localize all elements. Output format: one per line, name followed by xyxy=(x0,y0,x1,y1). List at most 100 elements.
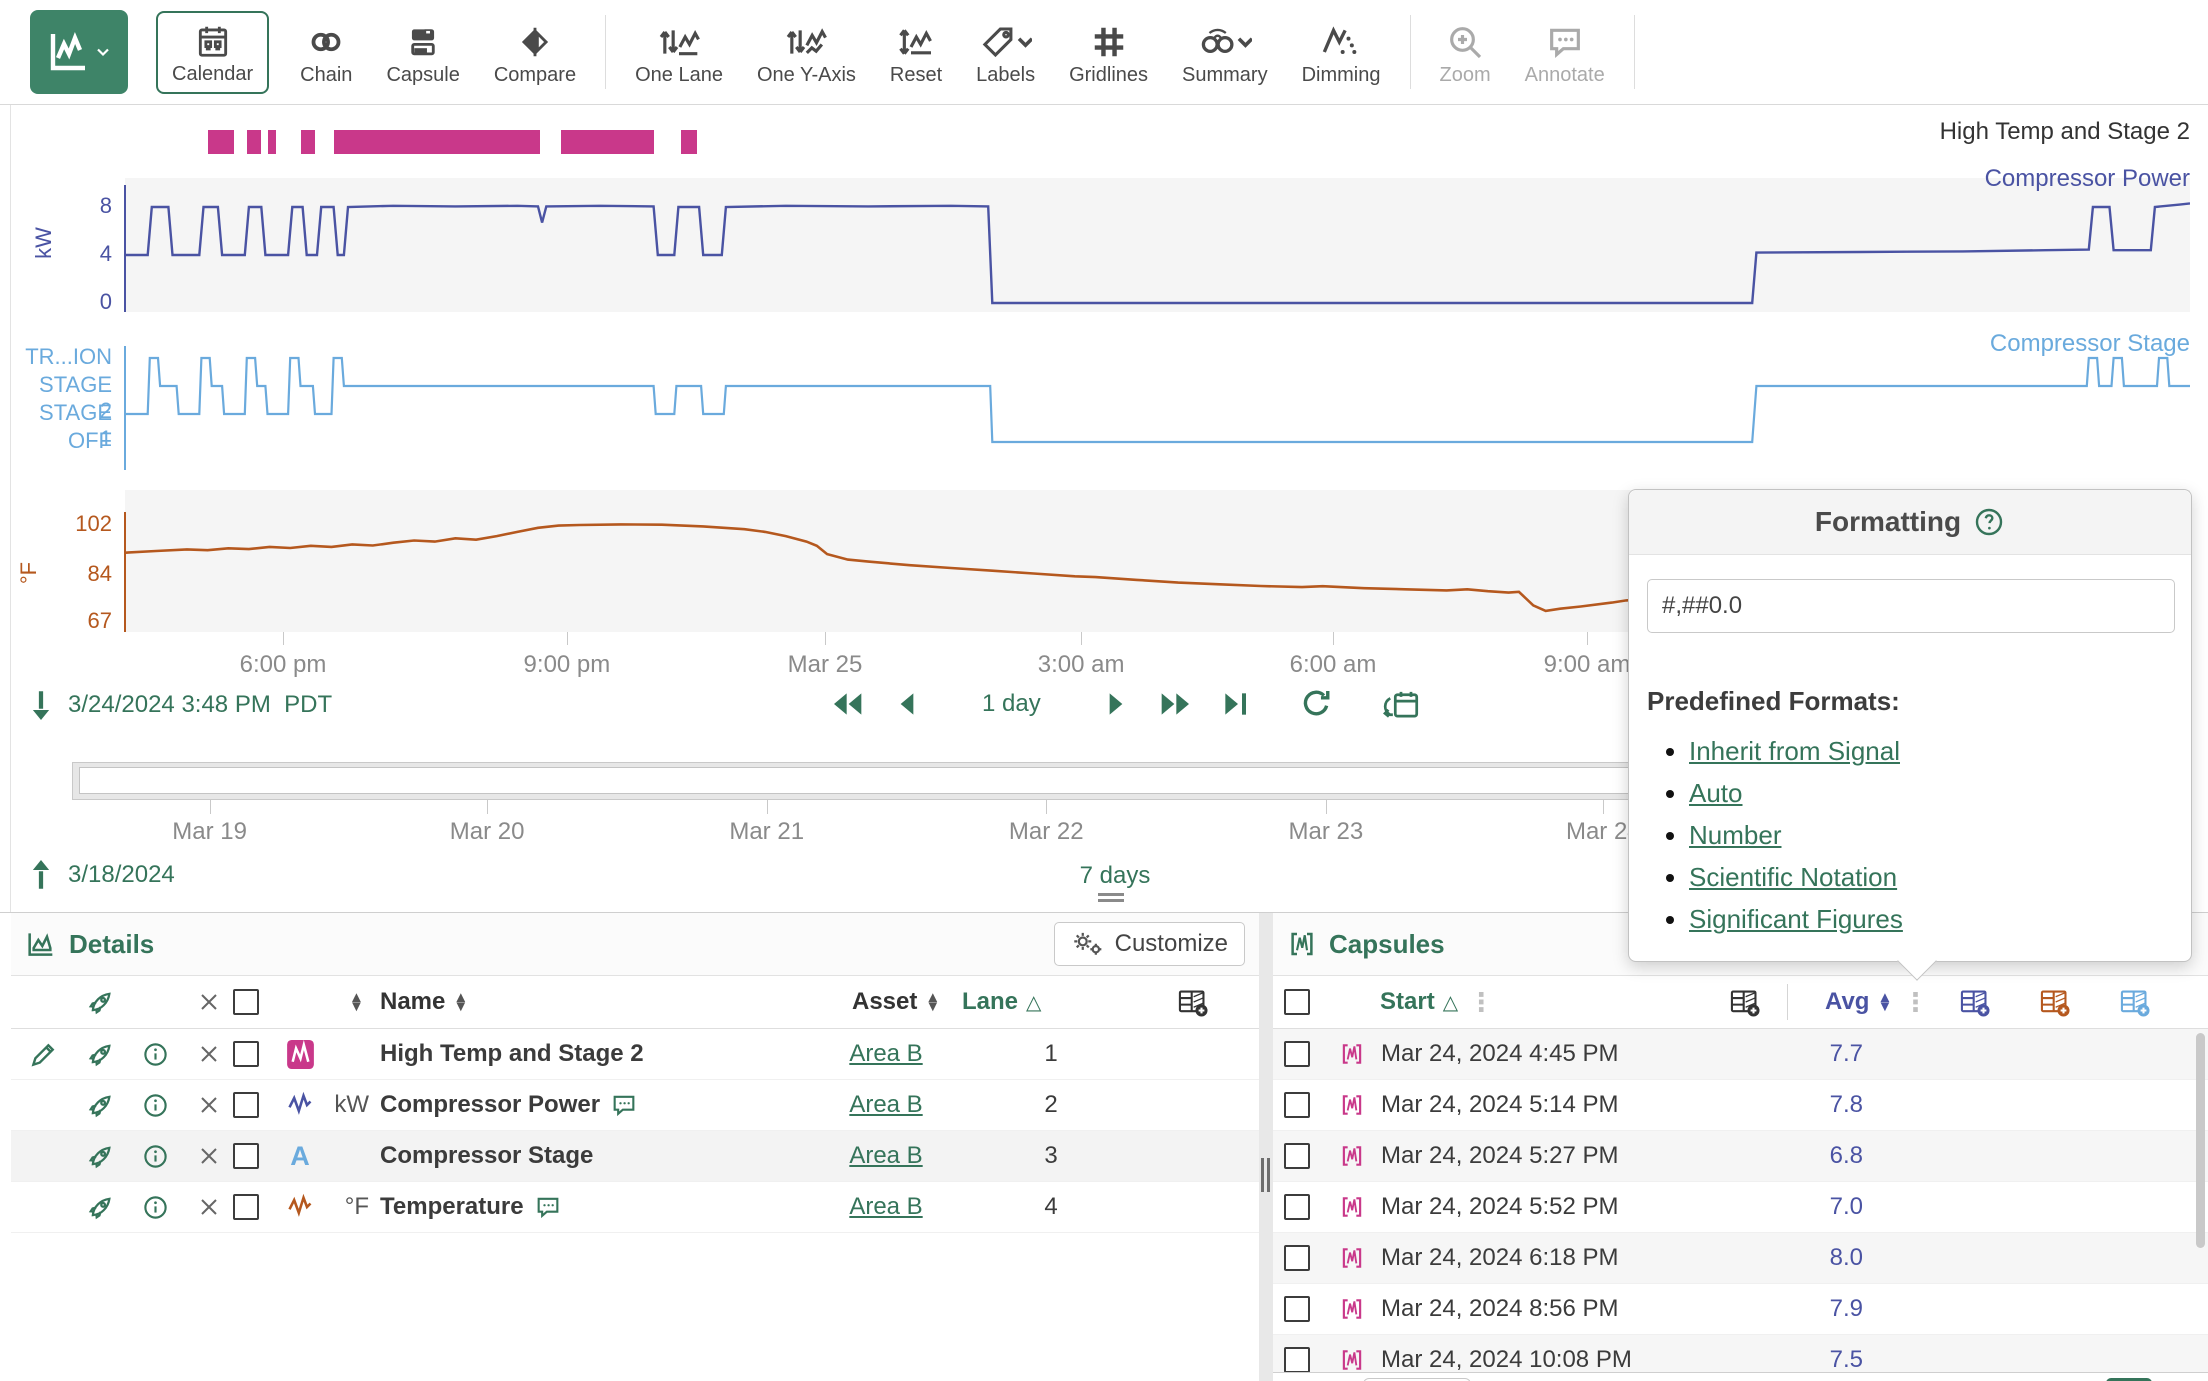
info-icon[interactable] xyxy=(142,1080,169,1130)
row-checkbox[interactable] xyxy=(1284,1284,1310,1334)
capsule-bar[interactable] xyxy=(561,130,654,154)
sort-icon[interactable]: ▲▼ xyxy=(453,993,468,1012)
toolbar-item-one-y-axis[interactable]: One Y-Axis xyxy=(757,18,856,87)
row-checkbox[interactable] xyxy=(1284,1233,1310,1283)
add-column-signal-orange-icon[interactable] xyxy=(2038,976,2072,1028)
select-all-checkbox[interactable] xyxy=(233,976,259,1028)
view-mode-button[interactable] xyxy=(30,10,128,94)
select-all-checkbox[interactable] xyxy=(1284,976,1310,1028)
add-column-signal-lightblue-icon[interactable] xyxy=(2118,976,2152,1028)
remove-all-icon[interactable] xyxy=(197,976,221,1028)
rocket-icon[interactable] xyxy=(87,1182,115,1232)
row-checkbox[interactable] xyxy=(1284,1029,1310,1079)
asset-link[interactable]: Area B xyxy=(831,1080,941,1130)
column-menu-icon[interactable]: ⋮ xyxy=(1468,987,1494,1018)
toolbar-item-gridlines[interactable]: Gridlines xyxy=(1069,18,1148,87)
panel-divider[interactable] xyxy=(1259,913,1273,1381)
remove-icon[interactable] xyxy=(197,1080,221,1130)
refresh-button[interactable] xyxy=(1299,687,1333,721)
rocket-icon[interactable] xyxy=(87,1080,115,1130)
toolbar-item-summary[interactable]: Summary xyxy=(1182,18,1268,87)
info-icon[interactable] xyxy=(142,1182,169,1232)
row-checkbox[interactable] xyxy=(233,1131,259,1181)
capsule-table-row[interactable]: Mar 24, 2024 5:14 PM 7.8 xyxy=(1273,1080,2208,1131)
row-checkbox[interactable] xyxy=(1284,1131,1310,1181)
row-checkbox[interactable] xyxy=(1284,1080,1310,1130)
remove-icon[interactable] xyxy=(197,1182,221,1232)
range2-start-value[interactable]: 3/18/2024 xyxy=(68,861,175,889)
predefined-format-link[interactable]: Significant Figures xyxy=(1689,904,1903,934)
item-name[interactable]: Compressor Power xyxy=(380,1080,638,1130)
range2-duration[interactable]: 7 days xyxy=(1035,862,1195,890)
info-icon[interactable] xyxy=(142,1131,169,1181)
toolbar-item-compare[interactable]: Compare xyxy=(494,18,576,87)
scrollbar-thumb[interactable] xyxy=(2196,1033,2205,1248)
toolbar-item-capsule[interactable]: Capsule xyxy=(386,18,459,87)
rocket-icon[interactable] xyxy=(87,976,115,1028)
range-timezone[interactable]: PDT xyxy=(284,691,332,718)
toolbar-item-chain[interactable]: Chain xyxy=(300,18,352,87)
help-icon[interactable] xyxy=(1973,506,2005,538)
capsule-bar[interactable] xyxy=(268,130,276,154)
asset-link[interactable]: Area B xyxy=(831,1182,941,1232)
capsule-table-row[interactable]: Mar 24, 2024 6:18 PM 8.0 xyxy=(1273,1233,2208,1284)
column-start[interactable]: Start△⋮ xyxy=(1380,976,1494,1028)
add-column-signal-blue-icon[interactable] xyxy=(1958,976,1992,1028)
column-avg[interactable]: Avg▲▼⋮ xyxy=(1825,976,1928,1028)
step-back-full-button[interactable] xyxy=(828,688,868,720)
row-checkbox[interactable] xyxy=(1284,1182,1310,1232)
capsule-bar[interactable] xyxy=(208,130,235,154)
toolbar-item-dimming[interactable]: Dimming xyxy=(1302,18,1381,87)
power-signal[interactable] xyxy=(125,178,2190,312)
panel-resize-handle[interactable] xyxy=(1098,893,1124,905)
condition-capsule-lane[interactable] xyxy=(125,130,2190,154)
edit-pencil-icon[interactable] xyxy=(29,1029,59,1079)
column-name[interactable]: Name▲▼ xyxy=(380,976,468,1028)
capsule-table-row[interactable]: Mar 24, 2024 5:27 PM 6.8 xyxy=(1273,1131,2208,1182)
item-name[interactable]: High Temp and Stage 2 xyxy=(380,1029,644,1079)
range-duration[interactable]: 1 day xyxy=(982,690,1041,718)
capsule-bar[interactable] xyxy=(301,130,316,154)
toolbar-item-reset[interactable]: Reset xyxy=(890,18,942,87)
edit-pencil-icon[interactable] xyxy=(29,1182,59,1232)
capsule-bar[interactable] xyxy=(334,130,541,154)
column-asset[interactable]: Asset▲▼ xyxy=(852,976,940,1028)
row-checkbox[interactable] xyxy=(233,1182,259,1232)
capsule-bar[interactable] xyxy=(681,130,698,154)
sort-asc-icon[interactable]: △ xyxy=(1026,990,1041,1015)
edit-pencil-icon[interactable] xyxy=(29,1131,59,1181)
step-forward-full-button[interactable] xyxy=(1155,688,1195,720)
predefined-format-link[interactable]: Number xyxy=(1689,820,1781,850)
details-table-row[interactable]: A Compressor Stage Area B 3 xyxy=(11,1131,1259,1182)
sort-icon[interactable]: ▲▼ xyxy=(925,993,940,1012)
remove-icon[interactable] xyxy=(197,1029,221,1079)
sort-asc-icon[interactable]: △ xyxy=(1443,990,1458,1015)
annotation-bubble-icon[interactable] xyxy=(534,1193,562,1221)
details-table-row[interactable]: kW Compressor Power Area B 2 xyxy=(11,1080,1259,1131)
edit-pencil-icon[interactable] xyxy=(29,1080,59,1130)
info-icon[interactable] xyxy=(142,1029,169,1079)
details-table-row[interactable]: High Temp and Stage 2 Area B 1 xyxy=(11,1029,1259,1080)
range-start-value[interactable]: 3/24/2024 3:48 PM xyxy=(68,691,271,718)
capsule-table-row[interactable]: Mar 24, 2024 5:52 PM 7.0 xyxy=(1273,1182,2208,1233)
column-lane[interactable]: Lane△ xyxy=(962,976,1041,1028)
asset-link[interactable]: Area B xyxy=(831,1131,941,1181)
sort-icon[interactable]: ▲▼ xyxy=(341,976,364,1028)
format-input[interactable] xyxy=(1647,579,2175,633)
step-to-end-button[interactable] xyxy=(1221,688,1251,720)
toolbar-item-zoom[interactable]: Zoom xyxy=(1440,18,1491,87)
toolbar-item-annotate[interactable]: Annotate xyxy=(1525,18,1605,87)
capsule-table-row[interactable]: Mar 24, 2024 4:45 PM 7.7 xyxy=(1273,1029,2208,1080)
column-menu-icon[interactable]: ⋮ xyxy=(1902,987,1928,1018)
capsule-bar[interactable] xyxy=(247,130,262,154)
step-back-half-button[interactable] xyxy=(894,688,918,720)
asset-link[interactable]: Area B xyxy=(831,1029,941,1079)
stage-signal[interactable] xyxy=(125,312,2190,470)
sort-icon[interactable]: ▲▼ xyxy=(1877,993,1892,1012)
predefined-format-link[interactable]: Auto xyxy=(1689,778,1743,808)
predefined-format-link[interactable]: Inherit from Signal xyxy=(1689,736,1900,766)
row-checkbox[interactable] xyxy=(233,1080,259,1130)
investigate-range-start[interactable]: 3/18/2024 xyxy=(26,858,175,892)
remove-icon[interactable] xyxy=(197,1131,221,1181)
investigate-range-button[interactable] xyxy=(1381,686,1421,722)
